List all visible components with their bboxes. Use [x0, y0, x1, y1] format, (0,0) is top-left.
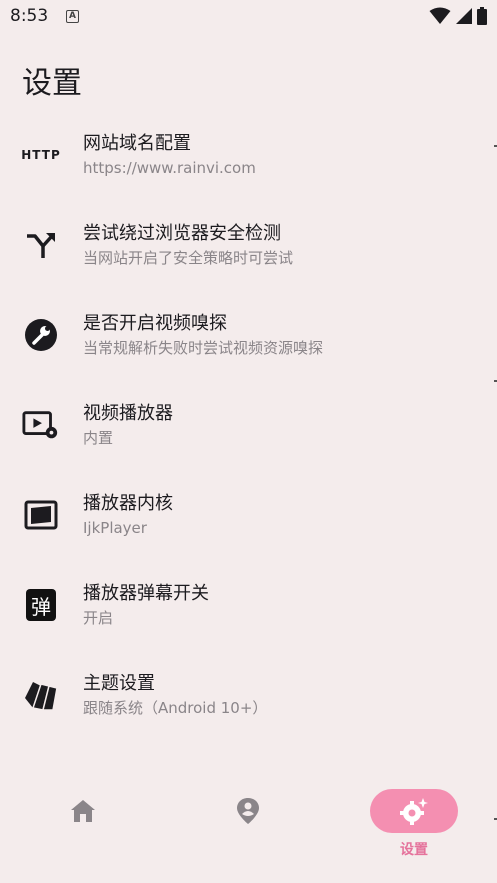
setting-subtitle: 内置	[83, 429, 114, 447]
wifi-icon	[429, 7, 451, 24]
setting-subtitle: 跟随系统（Android 10+）	[83, 699, 268, 717]
person-pin-icon	[236, 798, 259, 824]
setting-subtitle: https://www.rainvi.com	[83, 159, 256, 177]
battery-icon	[477, 7, 487, 25]
setting-title: 主题设置	[83, 673, 155, 694]
settings-sparkle-icon	[400, 798, 428, 825]
status-icons	[429, 7, 487, 25]
setting-subtitle: 开启	[83, 609, 114, 627]
setting-title: 是否开启视频嗅探	[83, 313, 227, 334]
setting-theme[interactable]: 主题设置 跟随系统（Android 10+）	[0, 650, 497, 740]
merge-arrow-icon	[22, 226, 60, 264]
danmaku-icon: 弹	[22, 586, 60, 624]
setting-subtitle: 当网站开启了安全策略时可尝试	[83, 249, 294, 267]
bottom-nav: 设置	[0, 782, 497, 883]
setting-title: 网站域名配置	[83, 133, 191, 154]
setting-title: 视频播放器	[83, 403, 173, 424]
nav-settings-label: 设置	[400, 842, 428, 858]
setting-title: 播放器弹幕开关	[83, 583, 209, 604]
nav-home[interactable]	[40, 782, 125, 862]
signal-icon	[456, 8, 472, 24]
setting-domain-config[interactable]: HTTP 网站域名配置 https://www.rainvi.com	[0, 110, 497, 200]
notification-icon: A	[66, 10, 79, 23]
setting-video-sniff[interactable]: 是否开启视频嗅探 当常规解析失败时尝试视频资源嗅探	[0, 290, 497, 380]
setting-subtitle: IjkPlayer	[83, 519, 147, 537]
setting-title: 播放器内核	[83, 493, 173, 514]
theme-cards-icon	[22, 676, 60, 714]
settings-list: HTTP 网站域名配置 https://www.rainvi.com 尝试绕过浏…	[0, 110, 497, 740]
http-icon: HTTP	[21, 148, 61, 162]
setting-danmaku[interactable]: 弹 播放器弹幕开关 开启	[0, 560, 497, 650]
status-bar: 8:53 A	[0, 0, 497, 34]
nav-profile[interactable]	[205, 782, 290, 862]
nav-settings[interactable]: 设置	[370, 782, 458, 862]
setting-subtitle: 当常规解析失败时尝试视频资源嗅探	[83, 339, 324, 357]
page-title: 设置	[22, 66, 82, 101]
setting-title: 尝试绕过浏览器安全检测	[83, 223, 281, 244]
video-settings-icon	[22, 406, 60, 444]
setting-player-core[interactable]: 播放器内核 IjkPlayer	[0, 470, 497, 560]
setting-bypass-security[interactable]: 尝试绕过浏览器安全检测 当网站开启了安全策略时可尝试	[0, 200, 497, 290]
setting-video-player[interactable]: 视频播放器 内置	[0, 380, 497, 470]
home-icon	[70, 800, 95, 822]
wrench-icon	[22, 316, 60, 354]
status-time: 8:53	[10, 6, 49, 26]
player-core-icon	[22, 496, 60, 534]
